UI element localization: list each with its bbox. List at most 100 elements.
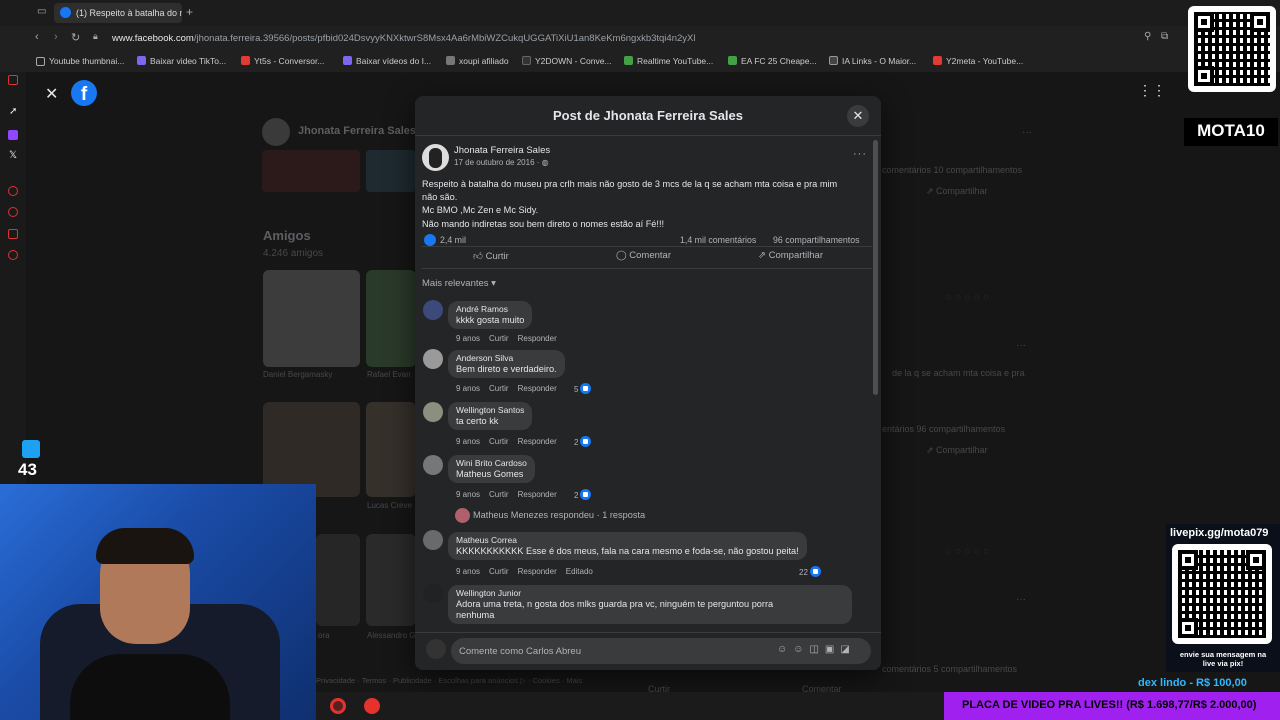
camera-icon[interactable]: ◫ <box>809 644 824 655</box>
footer-links[interactable]: Privacidade · Termos · Publicidade · Esc… <box>316 676 582 685</box>
back-icon[interactable]: ‹ <box>35 31 39 43</box>
friend-photo[interactable] <box>316 534 360 626</box>
aria-icon[interactable]: ➚ <box>9 106 17 117</box>
bookmark-item[interactable]: Youtube thumbnai... <box>49 56 124 66</box>
post-options-icon[interactable]: ··· <box>853 148 867 160</box>
current-user-avatar[interactable] <box>426 639 446 659</box>
sort-dropdown[interactable]: Mais relevantes ▾ <box>422 278 496 289</box>
post-author[interactable]: Jhonata Ferreira Sales <box>454 145 550 156</box>
bookmark-icon[interactable] <box>8 75 18 85</box>
url-field[interactable]: www.facebook.com/jhonata.ferreira.39566/… <box>112 33 695 44</box>
commenter-avatar[interactable] <box>423 583 443 603</box>
opera-taskbar-icon[interactable] <box>330 698 346 714</box>
obs-taskbar-icon[interactable] <box>364 698 380 714</box>
share-button[interactable]: ⇗ Compartilhar <box>926 186 988 197</box>
friend-name[interactable]: Daniel Bergamasky <box>263 370 332 379</box>
gif-icon[interactable]: ▣ <box>825 644 840 655</box>
close-viewer-icon[interactable]: ✕ <box>45 84 58 104</box>
comment-age[interactable]: 9 anos <box>456 567 480 576</box>
player-icon[interactable] <box>8 186 18 196</box>
share-button[interactable]: ⇗ Compartilhar <box>758 250 823 261</box>
post-date[interactable]: 17 de outubro de 2016 · ◍ <box>454 158 549 167</box>
commenter-name[interactable]: Anderson Silva <box>456 353 557 363</box>
avatar-sticker-icon[interactable]: ☺ <box>777 644 793 655</box>
friend-photo[interactable] <box>263 402 360 497</box>
commenter-name[interactable]: André Ramos <box>456 304 524 314</box>
comment-reply-button[interactable]: Responder <box>518 567 557 576</box>
comment-like-button[interactable]: Curtir <box>489 490 509 499</box>
bookmark-item[interactable]: xoupi afiliado <box>446 56 509 66</box>
settings-icon[interactable] <box>8 250 18 260</box>
comment-button[interactable]: ◯ Comentar <box>616 250 671 261</box>
comment-like-button[interactable]: Curtir <box>489 334 509 343</box>
bookmark-item[interactable]: Realtime YouTube... <box>624 56 713 66</box>
bookmark-item[interactable]: Yt5s - Conversor... <box>241 56 324 66</box>
like-button[interactable]: 👍︎ Curtir <box>473 250 509 262</box>
commenter-name[interactable]: Matheus Correa <box>456 535 799 545</box>
commenter-avatar[interactable] <box>423 455 443 475</box>
friend-photo[interactable] <box>263 270 360 367</box>
comment-reply-button[interactable]: Responder <box>518 437 557 446</box>
friend-name[interactable]: Lucas Creve <box>367 501 412 510</box>
pin-icon[interactable]: ⚲ <box>1144 31 1151 42</box>
comment-age[interactable]: 9 anos <box>456 437 480 446</box>
view-replies-link[interactable]: Matheus Menezes respondeu · 1 resposta <box>473 510 645 520</box>
author-avatar[interactable] <box>422 144 449 171</box>
friend-photo[interactable] <box>366 270 416 367</box>
tab-menu-icon[interactable]: ▭ <box>37 6 46 17</box>
share-button[interactable]: ⇗ Compartilhar <box>926 445 988 456</box>
commenter-avatar[interactable] <box>423 300 443 320</box>
new-tab-button[interactable]: + <box>186 5 193 19</box>
bookmark-item[interactable]: IA Links - O Maior... <box>829 56 916 66</box>
commenter-avatar[interactable] <box>423 402 443 422</box>
forward-icon[interactable]: › <box>54 31 58 43</box>
more-options-icon[interactable]: ··· <box>1016 594 1026 605</box>
reaction-count[interactable]: 2,4 mil <box>440 235 466 245</box>
commenter-name[interactable]: Wini Brito Cardoso <box>456 458 527 468</box>
folder-icon[interactable] <box>36 57 45 66</box>
apps-menu-icon[interactable]: ⋮⋮ <box>1138 82 1166 102</box>
emoji-icon[interactable]: ☺ <box>793 644 809 655</box>
comment-like-button[interactable]: Curtir <box>489 437 509 446</box>
commenter-avatar[interactable] <box>423 349 443 369</box>
friend-name[interactable]: ora <box>318 631 330 640</box>
comment-reply-button[interactable]: Responder <box>518 490 557 499</box>
comment-like-count[interactable]: 2 <box>574 489 592 500</box>
history-icon[interactable] <box>8 207 18 217</box>
close-dialog-button[interactable]: ✕ <box>847 105 869 127</box>
extensions-icon[interactable] <box>8 229 18 239</box>
like-reaction-icon[interactable] <box>424 234 436 246</box>
lock-icon[interactable]: 🔒︎ <box>93 31 98 42</box>
comment-like-button[interactable]: Curtir <box>489 567 509 576</box>
comment-like-count[interactable]: 5 <box>574 383 592 394</box>
comment-reply-button[interactable]: Responder <box>518 334 557 343</box>
comment-reply-button[interactable]: Responder <box>518 384 557 393</box>
facebook-logo-icon[interactable]: f <box>71 80 97 106</box>
bookmark-item[interactable]: Y2meta - YouTube... <box>933 56 1023 66</box>
bookmark-item[interactable]: Baixar vídeos do I... <box>343 56 431 66</box>
friend-photo[interactable] <box>366 402 416 497</box>
x-icon[interactable]: 𝕏 <box>9 150 17 161</box>
commenter-name[interactable]: Wellington Junior <box>456 588 844 598</box>
reload-icon[interactable]: ↻ <box>71 31 80 44</box>
more-options-icon[interactable]: ··· <box>1016 340 1026 351</box>
bookmark-item[interactable]: Y2DOWN - Conve... <box>522 56 612 66</box>
commenter-avatar[interactable] <box>423 530 443 550</box>
bookmark-item[interactable]: Baixar video TikTo... <box>137 56 226 66</box>
comment-age[interactable]: 9 anos <box>456 490 480 499</box>
shares-count[interactable]: 96 compartilhamentos <box>773 235 860 245</box>
twitch-icon[interactable] <box>8 130 18 140</box>
friend-photo[interactable] <box>366 534 416 626</box>
friend-name[interactable]: Alessandro G <box>367 631 415 640</box>
more-options-icon[interactable]: ··· <box>1022 127 1032 138</box>
snapshot-icon[interactable]: ⧉ <box>1161 31 1168 42</box>
tab-active[interactable]: (1) Respeito à batalha do m <box>54 3 182 23</box>
comment-age[interactable]: 9 anos <box>456 334 480 343</box>
replier-avatar[interactable] <box>455 508 470 523</box>
comments-count[interactable]: 1,4 mil comentários <box>680 235 756 245</box>
comment-like-button[interactable]: Curtir <box>489 384 509 393</box>
commenter-name[interactable]: Wellington Santos <box>456 405 524 415</box>
sticker-icon[interactable]: ◪ <box>840 644 855 655</box>
comment-age[interactable]: 9 anos <box>456 384 480 393</box>
comment-like-count[interactable]: 2 <box>574 436 592 447</box>
